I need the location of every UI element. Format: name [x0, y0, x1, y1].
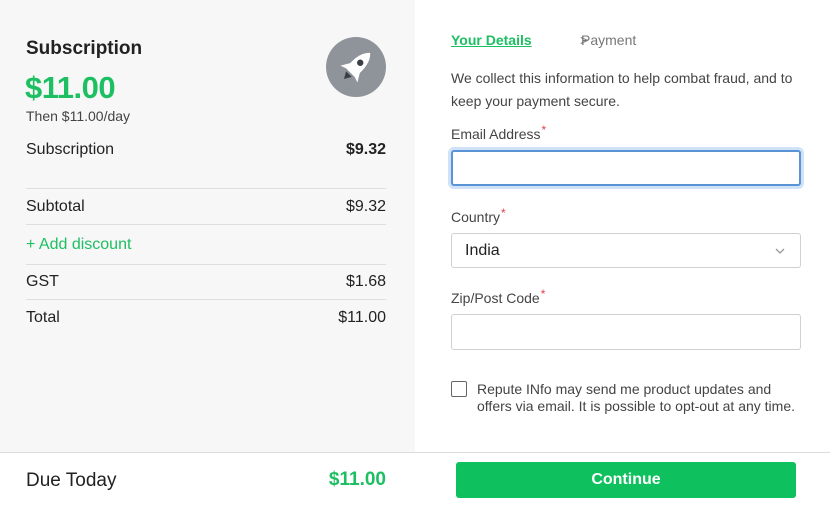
- due-today-label: Due Today: [26, 470, 117, 491]
- line-label: GST: [26, 273, 59, 290]
- zip-field[interactable]: [451, 314, 801, 350]
- country-select-value: India: [465, 242, 500, 259]
- marketing-consent-text: Repute INfo may send me product updates …: [477, 381, 796, 414]
- line-value: $11.00: [338, 309, 386, 326]
- continue-button[interactable]: Continue: [456, 462, 796, 498]
- zip-label-text: Zip/Post Code: [451, 290, 540, 306]
- divider: [26, 188, 386, 189]
- step-payment: Payment: [581, 32, 637, 48]
- line-value: $1.68: [345, 273, 386, 290]
- line-subscription: Subscription $9.32: [26, 141, 386, 159]
- zip-label: Zip/Post Code*: [451, 287, 546, 306]
- divider: [26, 264, 386, 265]
- line-label: Subtotal: [26, 198, 85, 215]
- divider: [26, 299, 386, 300]
- country-label: Country*: [451, 206, 506, 225]
- email-label: Email Address*: [451, 123, 547, 142]
- email-label-text: Email Address: [451, 126, 541, 142]
- required-mark: *: [540, 287, 546, 301]
- order-summary-panel: Subscription $11.00 Then $11.00/day Subs…: [0, 0, 415, 452]
- line-value: $9.32: [345, 141, 386, 158]
- divider: [26, 224, 386, 225]
- line-total: Total $11.00: [26, 309, 386, 327]
- due-today-value: $11.00: [328, 469, 386, 490]
- country-select[interactable]: India: [451, 233, 801, 268]
- country-label-text: Country: [451, 209, 501, 225]
- line-gst: GST $1.68: [26, 273, 386, 291]
- step-your-details[interactable]: Your Details: [451, 32, 532, 48]
- summary-title: Subscription: [26, 38, 143, 59]
- required-mark: *: [501, 206, 506, 220]
- email-field[interactable]: [451, 150, 801, 186]
- marketing-consent-checkbox[interactable]: [451, 381, 467, 397]
- required-mark: *: [541, 123, 547, 137]
- fraud-info-text: We collect this information to help comb…: [451, 70, 793, 109]
- chevron-down-icon: [774, 244, 786, 262]
- rocket-icon: [326, 37, 386, 97]
- line-subtotal: Subtotal $9.32: [26, 198, 386, 216]
- summary-recurrence: Then $11.00/day: [26, 108, 131, 124]
- add-discount-link[interactable]: + Add discount: [26, 236, 131, 254]
- summary-price: $11.00: [25, 70, 116, 105]
- line-label: Subscription: [26, 141, 115, 158]
- line-value: $9.32: [345, 198, 386, 215]
- checkout-steps: Your Details >: [451, 32, 588, 48]
- line-label: Total: [26, 309, 60, 326]
